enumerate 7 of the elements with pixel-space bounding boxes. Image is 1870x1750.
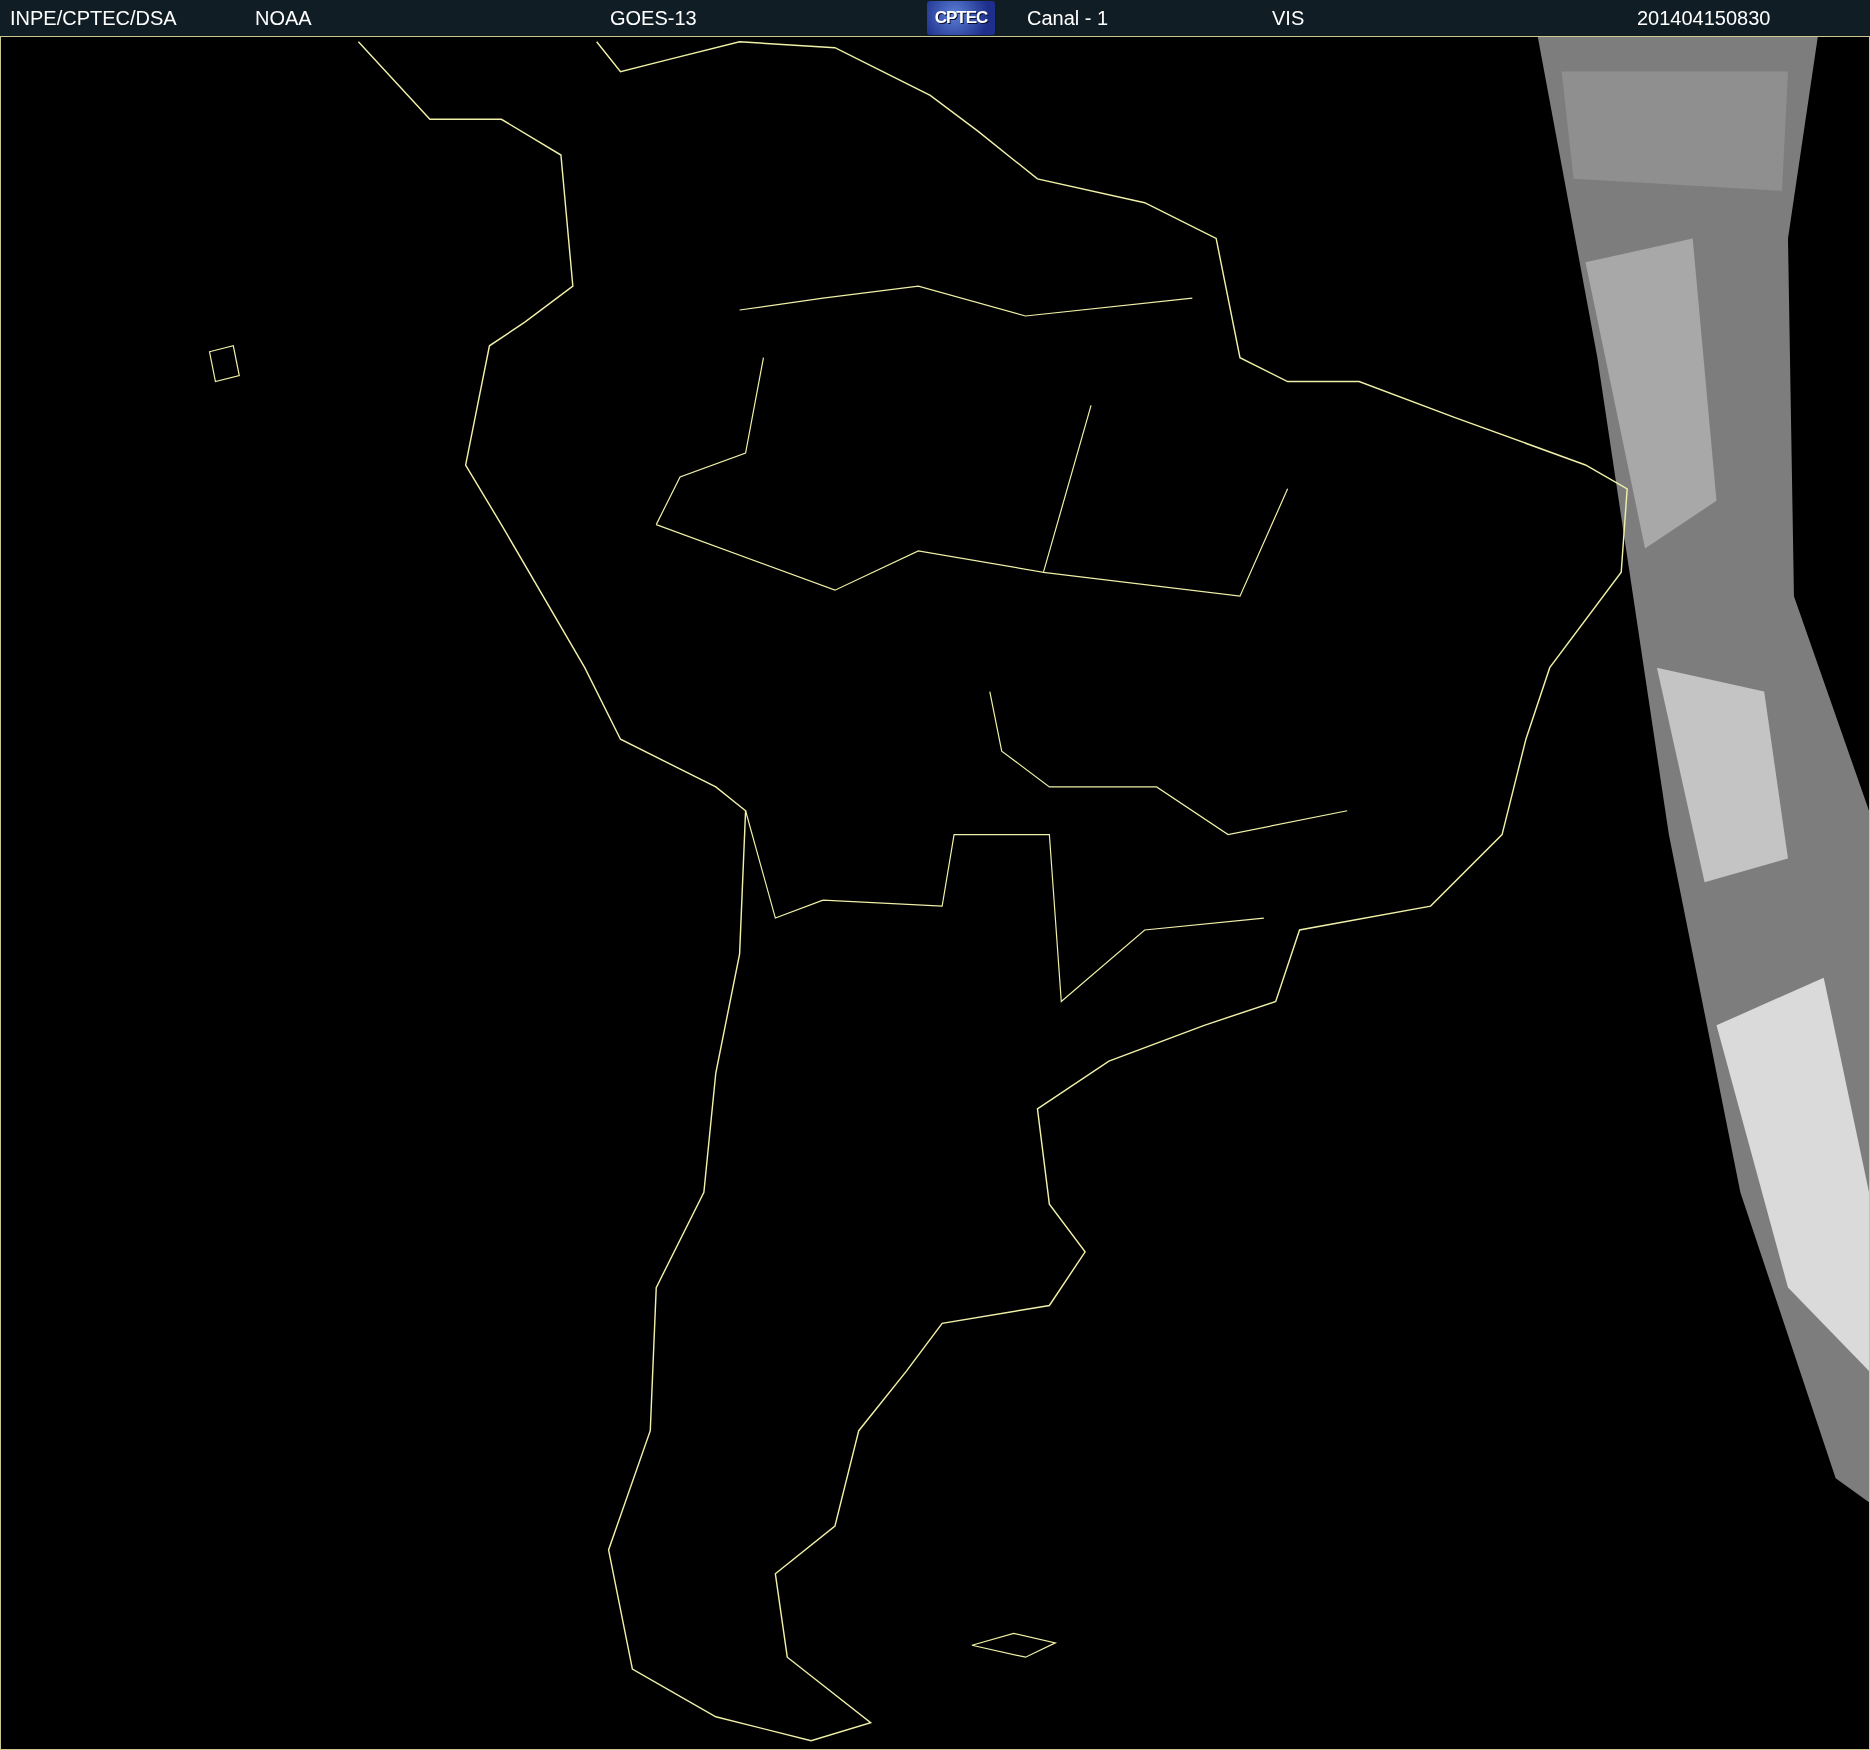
header-label: NOAA	[255, 6, 312, 30]
logo: CPTEC	[927, 1, 995, 35]
header-label: GOES-13	[610, 6, 697, 30]
header-label: Canal - 1	[1027, 6, 1109, 30]
header-label: INPE/CPTEC/DSA	[10, 6, 177, 30]
header-label: 201404150830	[1637, 6, 1771, 30]
header-label: VIS	[1272, 6, 1305, 30]
